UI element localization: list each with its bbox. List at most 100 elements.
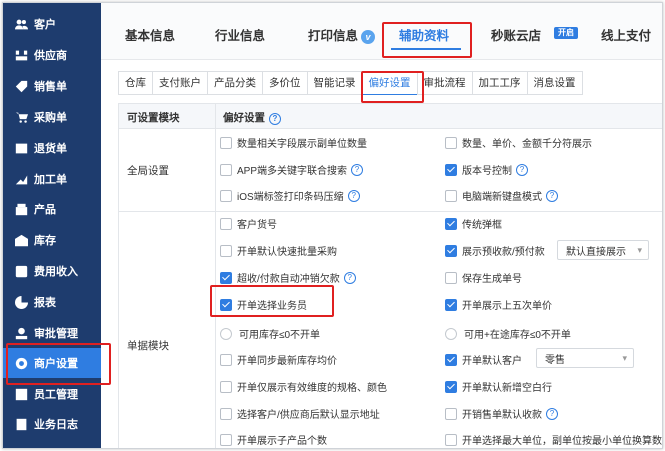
help-icon[interactable]: ? — [347, 189, 360, 202]
checkbox[interactable] — [220, 298, 232, 311]
sidebar-item[interactable]: 库存 — [3, 225, 101, 255]
sidebar-item[interactable]: 业务日志 — [3, 409, 101, 439]
col-module-header: 可设置模块 — [127, 112, 180, 124]
checkbox[interactable] — [445, 353, 457, 366]
active-tab-underline — [391, 48, 461, 50]
checkbox[interactable] — [445, 298, 457, 311]
checkbox[interactable] — [220, 217, 232, 230]
tab-online-pay[interactable]: 线上支付 — [601, 25, 651, 44]
preference-option[interactable]: 超收/付款自动冲销欠款? — [220, 270, 356, 285]
preference-option[interactable]: 开单展示子产品个数 — [220, 432, 327, 447]
subtab[interactable]: 产品分类 — [207, 71, 263, 95]
preference-option[interactable]: 数量、单价、金额千分符展示 — [445, 135, 592, 150]
preference-option[interactable]: 开单默认客户 — [445, 352, 522, 367]
checkbox[interactable] — [220, 271, 232, 284]
sidebar-item-label: 员工管理 — [34, 389, 78, 401]
sidebar-item[interactable]: 产品 — [3, 194, 101, 224]
checkbox[interactable] — [445, 407, 457, 420]
help-icon[interactable]: ? — [343, 271, 356, 284]
preference-option[interactable]: 开单选择最大单位，副单位按最小单位换算数量 — [445, 432, 663, 447]
checkbox[interactable] — [220, 163, 232, 176]
preference-option[interactable]: APP端多关键字联合搜索? — [220, 162, 364, 177]
option-label: 开单选择最大单位，副单位按最小单位换算数量 — [462, 436, 663, 447]
preference-option[interactable]: 传统弹框 — [445, 216, 502, 231]
subtab[interactable]: 多价位 — [262, 71, 308, 95]
checkbox[interactable] — [445, 380, 457, 393]
tab-industry-info[interactable]: 行业信息 — [215, 25, 265, 44]
checkbox[interactable] — [445, 163, 457, 176]
sidebar-item-label: 退货单 — [34, 143, 67, 155]
help-icon[interactable]: ? — [546, 407, 558, 420]
subtab[interactable]: 智能记录 — [306, 71, 363, 95]
tab-basic-info[interactable]: 基本信息 — [125, 25, 175, 44]
preference-option[interactable]: 开单默认快速批量采购 — [220, 243, 337, 258]
preference-option[interactable]: 可用+在途库存≤0不开单 — [445, 326, 571, 341]
option-label: 电脑端新键盘模式 — [462, 192, 542, 203]
radio-button[interactable] — [445, 327, 457, 340]
preference-option[interactable]: 开销售单默认收款? — [445, 406, 558, 421]
sidebar-item[interactable]: 员工管理 — [3, 379, 101, 409]
preference-option[interactable]: 开单展示上五次单价 — [445, 297, 552, 312]
tab-yun-store[interactable]: 秒账云店 — [491, 25, 541, 44]
subtab[interactable]: 审批流程 — [416, 71, 473, 95]
column-divider — [215, 104, 216, 448]
sidebar-item[interactable]: 商户设置 — [3, 348, 101, 378]
prepay-display-select[interactable]: 默认直接展示 ▾ — [557, 240, 649, 260]
preference-option[interactable]: 版本号控制? — [445, 162, 528, 177]
option-label: 可用库存≤0不开单 — [239, 330, 321, 341]
sidebar-item[interactable]: 费用收入 — [3, 256, 101, 286]
subtab[interactable]: 仓库 — [118, 71, 153, 95]
sidebar-item[interactable]: 销售单 — [3, 71, 101, 101]
checkbox[interactable] — [220, 380, 232, 393]
sidebar-item[interactable]: 报表 — [3, 287, 101, 317]
preference-option[interactable]: 可用库存≤0不开单 — [220, 326, 320, 341]
preference-option[interactable]: 开单默认新增空白行 — [445, 379, 552, 394]
checkbox[interactable] — [220, 353, 232, 366]
checkbox[interactable] — [445, 271, 457, 284]
preference-option[interactable]: 电脑端新键盘模式? — [445, 188, 558, 203]
preference-option[interactable]: 数量相关字段展示副单位数量 — [220, 135, 367, 150]
preferences-table: 可设置模块 偏好设置? 全局设置 单据模块 数量相关字段展示副单位数量 数量、单价… — [118, 103, 663, 448]
checkbox[interactable] — [445, 433, 457, 446]
checkbox[interactable] — [220, 407, 232, 420]
sidebar-item[interactable]: 采购单 — [3, 102, 101, 132]
checkbox[interactable] — [220, 189, 232, 202]
checkbox[interactable] — [445, 244, 457, 257]
preference-option[interactable]: 展示预收款/预付款 — [445, 243, 545, 258]
option-label: 开单仅展示有效维度的规格、颜色 — [237, 383, 387, 394]
checkbox[interactable] — [445, 136, 457, 149]
help-icon[interactable]: ? — [546, 189, 558, 202]
default-customer-select[interactable]: 零售 ▾ — [536, 348, 634, 368]
preference-option[interactable]: 客户货号 — [220, 216, 277, 231]
sidebar-item[interactable]: 供应商 — [3, 40, 101, 70]
radio-button[interactable] — [220, 327, 232, 340]
help-icon[interactable]: ? — [269, 113, 281, 125]
checkbox[interactable] — [220, 433, 232, 446]
preference-option[interactable]: iOS端标签打印条码压缩? — [220, 188, 360, 203]
subtab[interactable]: 加工工序 — [471, 71, 528, 95]
sidebar-item[interactable]: 加工单 — [3, 164, 101, 194]
help-icon[interactable]: ? — [351, 163, 364, 176]
help-icon[interactable]: ? — [516, 163, 528, 176]
preference-option[interactable]: 开单仅展示有效维度的规格、颜色 — [220, 379, 387, 394]
sidebar-item[interactable]: 客户 — [3, 9, 101, 39]
checkbox[interactable] — [445, 189, 457, 202]
checkbox[interactable] — [220, 136, 232, 149]
subtab[interactable]: 偏好设置 — [361, 71, 418, 95]
tab-aux-data[interactable]: 辅助资料 — [399, 25, 449, 44]
subtab[interactable]: 消息设置 — [526, 71, 583, 95]
preference-option[interactable]: 开单同步最新库存均价 — [220, 352, 337, 367]
preference-option[interactable]: 选择客户/供应商后默认显示地址 — [220, 406, 380, 421]
subtab[interactable]: 支付账户 — [152, 71, 208, 95]
sidebar-item[interactable]: 审批管理 — [3, 318, 101, 348]
preference-option[interactable]: 保存生成单号 — [445, 270, 522, 285]
tab-print-info[interactable]: 打印信息 v — [308, 25, 376, 44]
section-divider — [119, 211, 662, 212]
sidebar-item[interactable]: 退货单 — [3, 133, 101, 163]
checkbox[interactable] — [445, 217, 457, 230]
option-label: 开单选择业务员 — [237, 301, 307, 312]
checkbox[interactable] — [220, 244, 232, 257]
preference-option[interactable]: 开单选择业务员 — [220, 297, 307, 312]
sidebar-item-label: 供应商 — [34, 50, 67, 62]
option-label: 展示预收款/预付款 — [462, 247, 545, 258]
